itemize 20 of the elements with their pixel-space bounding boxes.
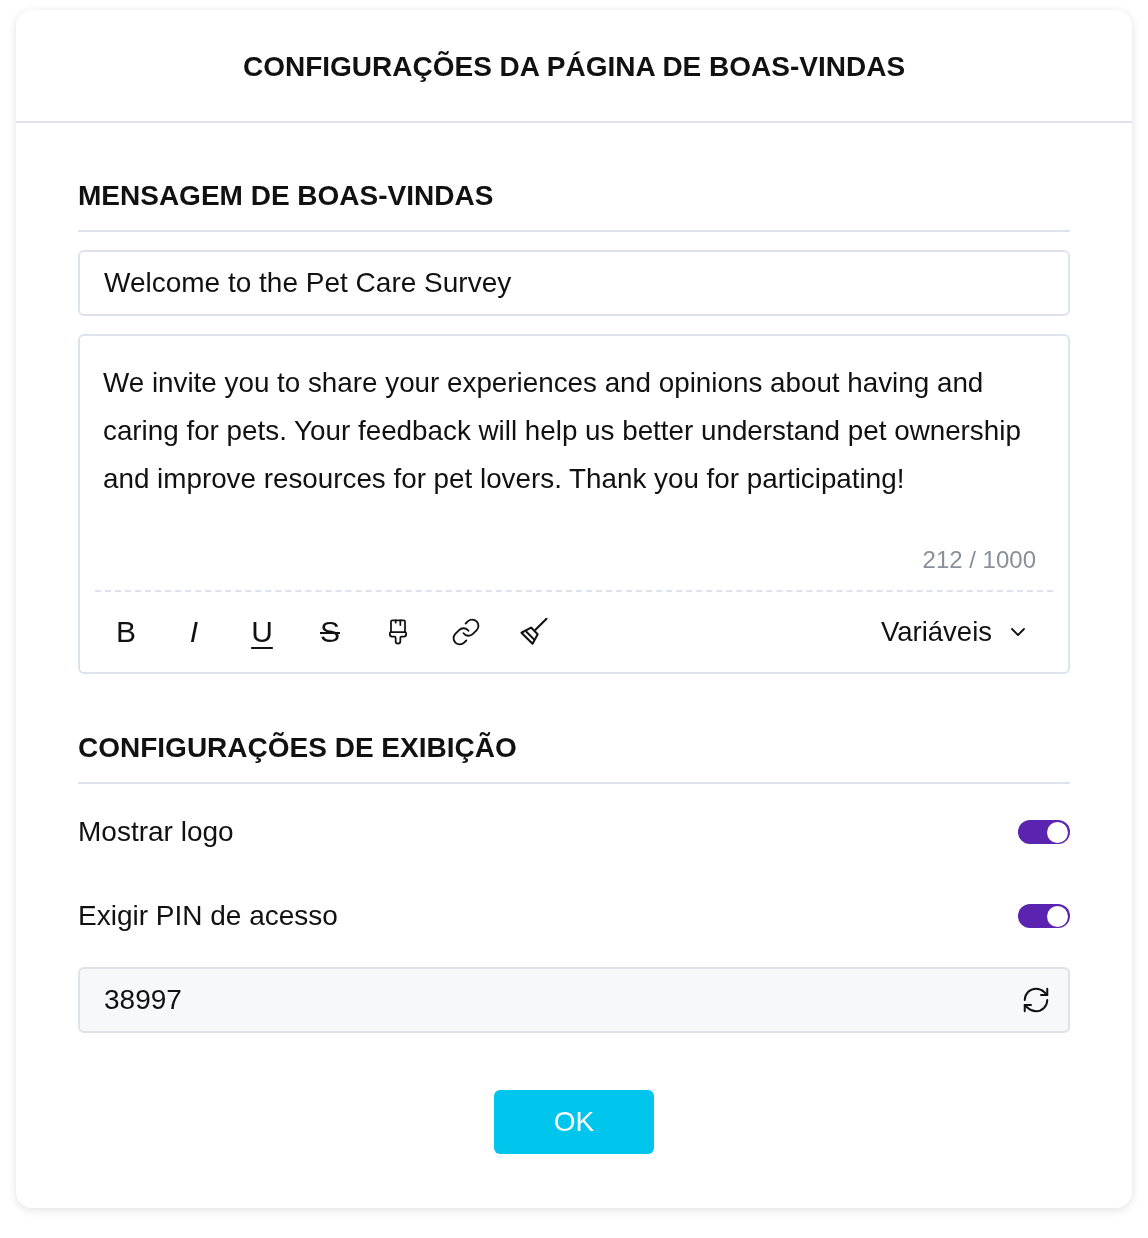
toggle-label: Mostrar logo <box>78 816 234 848</box>
message-text[interactable]: We invite you to share your experiences and opinions about having and caring for pets. Your feedback will help us better understand pet ownership and improve resources for pet lovers. Thank you for participating! <box>80 336 1068 514</box>
section-heading: CONFIGURAÇÕES DE EXIBIÇÃO <box>78 732 1070 784</box>
toggle-switch[interactable] <box>1018 904 1070 928</box>
pin-input[interactable]: 38997 <box>78 967 1070 1033</box>
strikethrough-button[interactable]: S <box>310 612 350 652</box>
section-heading: MENSAGEM DE BOAS-VINDAS <box>78 180 1070 232</box>
toggle-label: Exigir PIN de acesso <box>78 900 338 932</box>
character-counter: 212 / 1000 <box>922 547 1036 573</box>
broom-icon <box>520 618 548 646</box>
dialog-title: CONFIGURAÇÕES DA PÁGINA DE BOAS-VINDAS <box>242 50 906 83</box>
toggle-switch[interactable] <box>1018 820 1070 844</box>
variables-dropdown[interactable]: Variáveis <box>880 617 1030 647</box>
message-editor[interactable] <box>78 334 1070 674</box>
italic-button[interactable]: I <box>174 612 214 652</box>
bold-button[interactable]: B <box>106 612 146 652</box>
title-input[interactable]: Welcome to the Pet Care Survey <box>78 250 1070 316</box>
refresh-icon <box>1021 985 1051 1015</box>
link-icon <box>451 617 481 647</box>
underline-button[interactable]: U <box>242 612 282 652</box>
